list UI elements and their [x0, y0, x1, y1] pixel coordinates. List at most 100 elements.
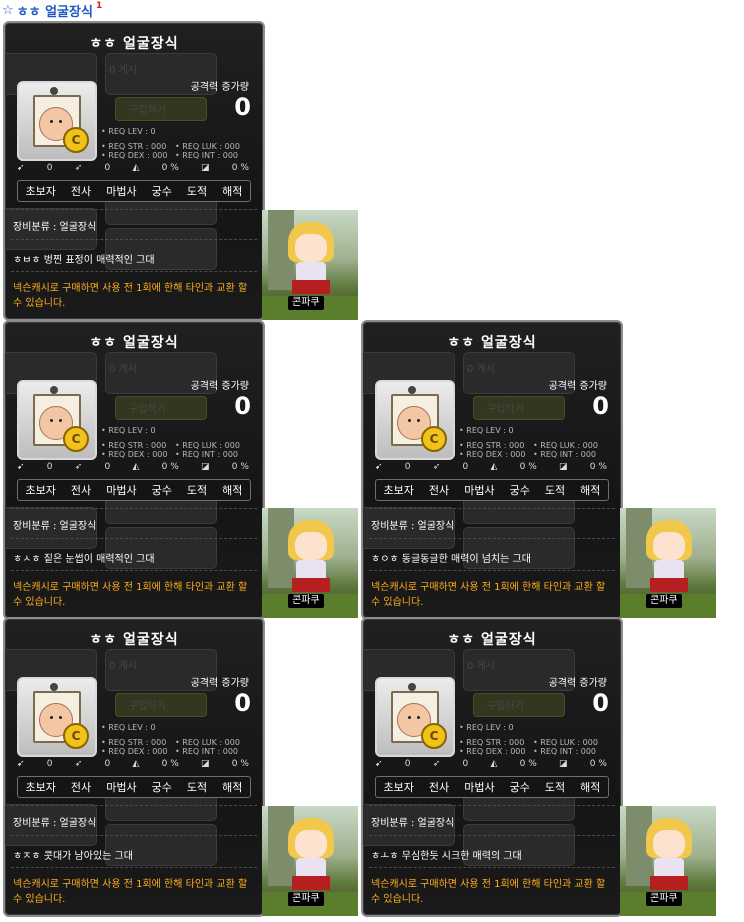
pin-icon: [50, 683, 58, 691]
attack-label: 공격력 증가량: [548, 381, 607, 392]
divider: [11, 239, 257, 240]
stat-value: 0 %: [161, 759, 179, 769]
defense-icon: ◭: [490, 759, 498, 769]
job-magician: 마법사: [106, 484, 137, 497]
divider: [11, 867, 257, 868]
jump-icon: ➶: [74, 163, 83, 173]
stat-value: 0 %: [161, 163, 179, 173]
character-face: [295, 234, 327, 262]
stat-value: 0: [462, 759, 469, 769]
trade-note: 넥슨캐시로 구매하면 사용 전 1회에 한해 타인과 교환 할 수 있습니다.: [371, 582, 606, 608]
stat-value: 0 %: [519, 759, 537, 769]
req-lev: • REQ LEV : 0: [101, 723, 156, 732]
ghost-text: 구입하기: [129, 701, 166, 712]
job-warrior: 전사: [70, 484, 92, 497]
item-description: ㅎㅂㅎ 벙찐 표정이 매력적인 그대: [13, 255, 155, 266]
item-description: ㅎㅗㅎ 무심한듯 시크한 매력의 그대: [371, 851, 522, 862]
ghost-text: 0 게시: [109, 65, 137, 76]
speed-icon: ➹: [375, 462, 383, 472]
job-thief: 도적: [544, 781, 566, 794]
item-description: ㅎㅈㅎ 콧대가 남아있는 그대: [13, 851, 133, 862]
character-skirt: [650, 578, 688, 592]
comment-count[interactable]: 1: [96, 1, 102, 11]
req-lev: • REQ LEV : 0: [101, 127, 156, 136]
item-category: 장비분류 : 얼굴장식: [13, 818, 97, 829]
attack-value: 0: [592, 689, 609, 717]
job-list: 초보자 전사 마법사 궁수 도적 해적: [17, 180, 251, 202]
trade-note: 넥슨캐시로 구매하면 사용 전 1회에 한해 타인과 교환 할 수 있습니다.: [13, 283, 248, 309]
stat-value: 0 %: [231, 462, 249, 472]
stat-value: 0 %: [589, 759, 607, 769]
ghost-text: 구입하기: [487, 404, 524, 415]
jump-icon: ➶: [432, 462, 441, 472]
req-dex: • REQ DEX : 000: [101, 450, 168, 459]
req-lev: • REQ LEV : 0: [459, 723, 514, 732]
divider: [11, 508, 257, 509]
req-str: • REQ STR : 000: [101, 142, 167, 151]
item-icon: C: [17, 380, 97, 460]
divider: [369, 570, 615, 571]
star-icon: ☆: [2, 2, 14, 18]
job-thief: 도적: [186, 185, 208, 198]
item-category: 장비분류 : 얼굴장식: [371, 521, 455, 532]
req-luk: • REQ LUK : 000: [175, 738, 240, 747]
speed-icon: ➹: [17, 759, 25, 769]
divider: [369, 538, 615, 539]
stat-value: 0: [104, 759, 111, 769]
job-archer: 궁수: [151, 781, 172, 794]
item-icon: C: [375, 677, 455, 757]
divider: [11, 805, 257, 806]
job-archer: 궁수: [151, 484, 172, 497]
stat-row: ➹ 0 ➶ 0 ◭ 0 % ◪ 0 %: [17, 758, 249, 770]
item-tooltip: 0 게시 구입하기 ㅎㅎ 얼굴장식 C 공격력 증가량 0 • REQ LEV …: [3, 320, 265, 620]
attack-value: 0: [592, 392, 609, 420]
job-beginner: 초보자: [25, 185, 56, 198]
cash-coin-icon: C: [63, 127, 89, 153]
item-icon: C: [17, 677, 97, 757]
divider: [11, 209, 257, 210]
divider: [369, 867, 615, 868]
item-icon: C: [17, 81, 97, 161]
pin-icon: [408, 386, 416, 394]
req-int: • REQ INT : 000: [175, 747, 238, 756]
attack-value: 0: [234, 689, 251, 717]
ghost-text: 0 게시: [109, 661, 137, 672]
defense-icon: ◭: [132, 163, 140, 173]
stat-value: 0: [46, 759, 53, 769]
attack-label: 공격력 증가량: [190, 82, 249, 93]
jump-icon: ➶: [74, 462, 83, 472]
character-skirt: [650, 876, 688, 890]
req-str: • REQ STR : 000: [101, 441, 167, 450]
req-lev: • REQ LEV : 0: [459, 426, 514, 435]
item-title: ㅎㅎ 얼굴장식: [89, 632, 179, 648]
req-int: • REQ INT : 000: [175, 450, 238, 459]
job-list: 초보자 전사 마법사 궁수 도적 해적: [17, 776, 251, 798]
item-title: ㅎㅎ 얼굴장식: [447, 335, 537, 351]
job-pirate: 해적: [580, 484, 601, 497]
divider: [11, 835, 257, 836]
job-beginner: 초보자: [25, 484, 56, 497]
defense-icon: ◭: [132, 462, 140, 472]
stat-row: ➹ 0 ➶ 0 ◭ 0 % ◪ 0 %: [17, 162, 249, 174]
ghost-text: 0 게시: [467, 364, 495, 375]
speed-icon: ➹: [375, 759, 383, 769]
post-title[interactable]: ㅎㅎ 얼굴장식: [17, 1, 93, 20]
item-tooltip: 0 게시 구입하기 ㅎㅎ 얼굴장식 C 공격력 증가량 0 • REQ LEV …: [361, 320, 623, 620]
character-skirt: [292, 876, 330, 890]
item-tooltip: 0 게시 구입하기 ㅎㅎ 얼굴장식 C 공격력 증가량 0 • REQ LEV …: [3, 617, 265, 917]
job-thief: 도적: [544, 484, 566, 497]
req-str: • REQ STR : 000: [101, 738, 167, 747]
character-nametag: 콘파쿠: [288, 296, 324, 310]
character-nametag: 콘파쿠: [288, 892, 324, 906]
character-preview: 콘파쿠: [262, 806, 358, 916]
character-nametag: 콘파쿠: [646, 594, 682, 608]
job-pirate: 해적: [222, 781, 243, 794]
req-luk: • REQ LUK : 000: [533, 441, 598, 450]
item-category: 장비분류 : 얼굴장식: [13, 521, 97, 532]
job-list: 초보자 전사 마법사 궁수 도적 해적: [17, 479, 251, 501]
character-face: [653, 830, 685, 858]
shield-icon: ◪: [201, 759, 210, 769]
stat-value: 0 %: [231, 163, 249, 173]
trade-note: 넥슨캐시로 구매하면 사용 전 1회에 한해 타인과 교환 할 수 있습니다.: [13, 582, 248, 608]
job-magician: 마법사: [106, 185, 137, 198]
